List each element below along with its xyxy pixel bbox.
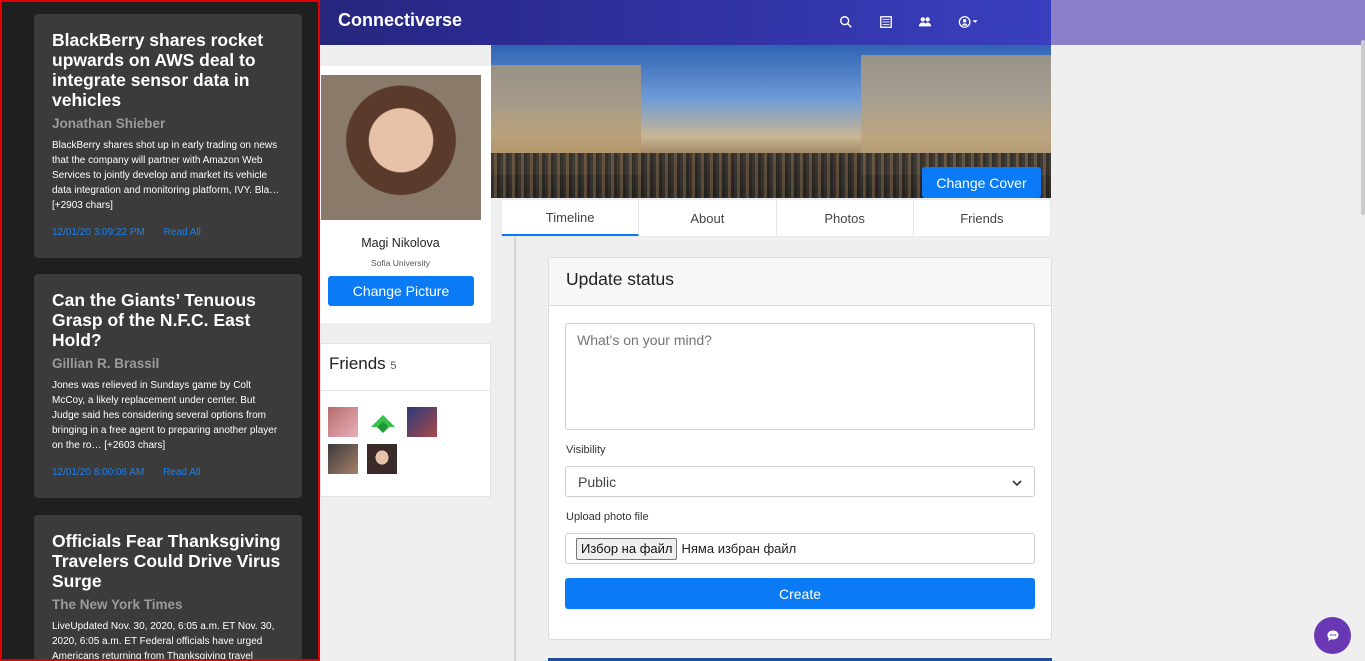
friend-avatar[interactable] [328,407,358,437]
read-all-link[interactable]: Read All [163,467,200,478]
friend-avatar[interactable] [367,444,397,474]
header-right-strip [1051,0,1365,45]
file-status: Няма избран файл [681,541,797,556]
chat-icon [1327,630,1338,641]
read-all-link[interactable]: Read All [164,227,201,238]
news-text: BlackBerry shares shot up in early tradi… [52,140,280,211]
tab-photos[interactable]: Photos [777,200,914,236]
change-picture-button[interactable]: Change Picture [328,276,474,306]
tab-about[interactable]: About [639,200,777,236]
brand-logo[interactable]: Connectiverse [338,10,462,31]
page-scrollbar[interactable] [1361,40,1365,215]
friends-card: Friends 5 [320,343,491,497]
file-input[interactable]: Избор на файл Няма избран файл [565,533,1035,564]
right-background [1051,45,1365,661]
news-date: 12/01/20 8:00:06 AM [52,467,145,478]
chevron-down-icon [1012,474,1022,490]
profile-card: Magi Nikolova Sofia University Change Pi… [320,66,491,323]
chat-button[interactable] [1314,617,1351,654]
tab-friends[interactable]: Friends [914,200,1050,236]
news-card[interactable]: Officials Fear Thanksgiving Travelers Co… [34,515,302,661]
search-icon[interactable] [839,14,855,30]
friends-title: Friends [329,354,386,373]
news-author: Gillian R. Brassil [52,356,160,371]
news-date: 12/01/20 3:09:22 PM [52,227,145,238]
profile-avatar [321,75,481,220]
create-button[interactable]: Create [565,578,1035,609]
newspaper-icon[interactable] [879,14,895,30]
timeline-line [514,237,516,661]
people-icon[interactable] [918,14,934,30]
profile-name: Magi Nikolova [361,236,440,250]
friend-avatar[interactable] [328,444,358,474]
visibility-select[interactable]: Public [565,466,1035,497]
account-icon[interactable] [958,14,982,30]
news-card[interactable]: BlackBerry shares rocket upwards on AWS … [34,14,302,258]
news-sidebar[interactable]: BlackBerry shares rocket upwards on AWS … [0,0,320,661]
status-textarea[interactable] [565,323,1035,430]
friend-avatar[interactable] [368,407,398,437]
change-cover-button[interactable]: Change Cover [922,167,1041,198]
news-title: Officials Fear Thanksgiving Travelers Co… [52,531,281,591]
profile-tabs: Timeline About Photos Friends [501,199,1051,237]
news-card[interactable]: Can the Giants’ Tenuous Grasp of the N.F… [34,274,302,498]
news-meta: 12/01/20 8:00:06 AM Read All [52,467,284,478]
news-title: BlackBerry shares rocket upwards on AWS … [52,30,264,110]
choose-file-button[interactable]: Избор на файл [576,537,678,560]
news-text: LiveUpdated Nov. 30, 2020, 6:05 a.m. ET … [52,621,275,661]
profile-school: Sofia University [370,258,431,268]
status-title: Update status [549,258,1051,306]
news-title: Can the Giants’ Tenuous Grasp of the N.F… [52,290,256,350]
visibility-label: Visibility [566,444,606,456]
tab-timeline[interactable]: Timeline [502,200,640,236]
visibility-value: Public [578,473,617,490]
news-author: The New York Times [52,597,183,612]
friends-header: Friends 5 [321,344,490,391]
news-meta: 12/01/20 3:09:22 PM Read All [52,227,284,238]
friend-avatar[interactable] [407,407,437,437]
friends-count: 5 [390,360,397,372]
update-status-card: Update status Visibility Public Upload p… [548,257,1052,640]
upload-label: Upload photo file [566,511,649,523]
news-text: Jones was relieved in Sundays game by Co… [52,380,278,451]
news-author: Jonathan Shieber [52,116,166,131]
